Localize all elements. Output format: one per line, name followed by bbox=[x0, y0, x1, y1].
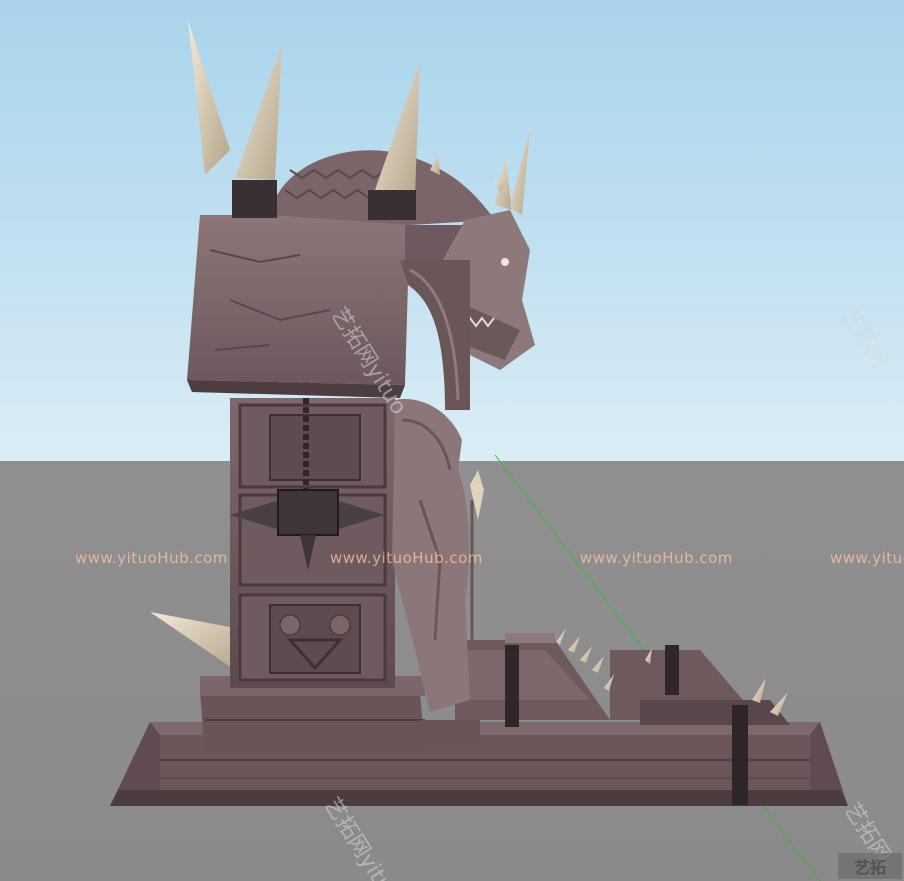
watermark-text: www.yituoHub.com bbox=[830, 549, 904, 567]
watermark-text: www.yituoHub.com bbox=[580, 549, 733, 567]
dragon-throne-model[interactable] bbox=[0, 0, 904, 881]
watermark-text: www.yituoHub.com bbox=[330, 549, 483, 567]
throne-column bbox=[230, 380, 395, 688]
tail-spike bbox=[150, 612, 238, 672]
site-logo: 艺拓 bbox=[838, 853, 902, 879]
throne-backrest bbox=[187, 215, 465, 398]
side-arch bbox=[400, 260, 470, 410]
watermark-text: www.yituoHub.com bbox=[75, 549, 228, 567]
3d-viewport[interactable]: www.yituoHub.com www.yituoHub.com www.yi… bbox=[0, 0, 904, 881]
